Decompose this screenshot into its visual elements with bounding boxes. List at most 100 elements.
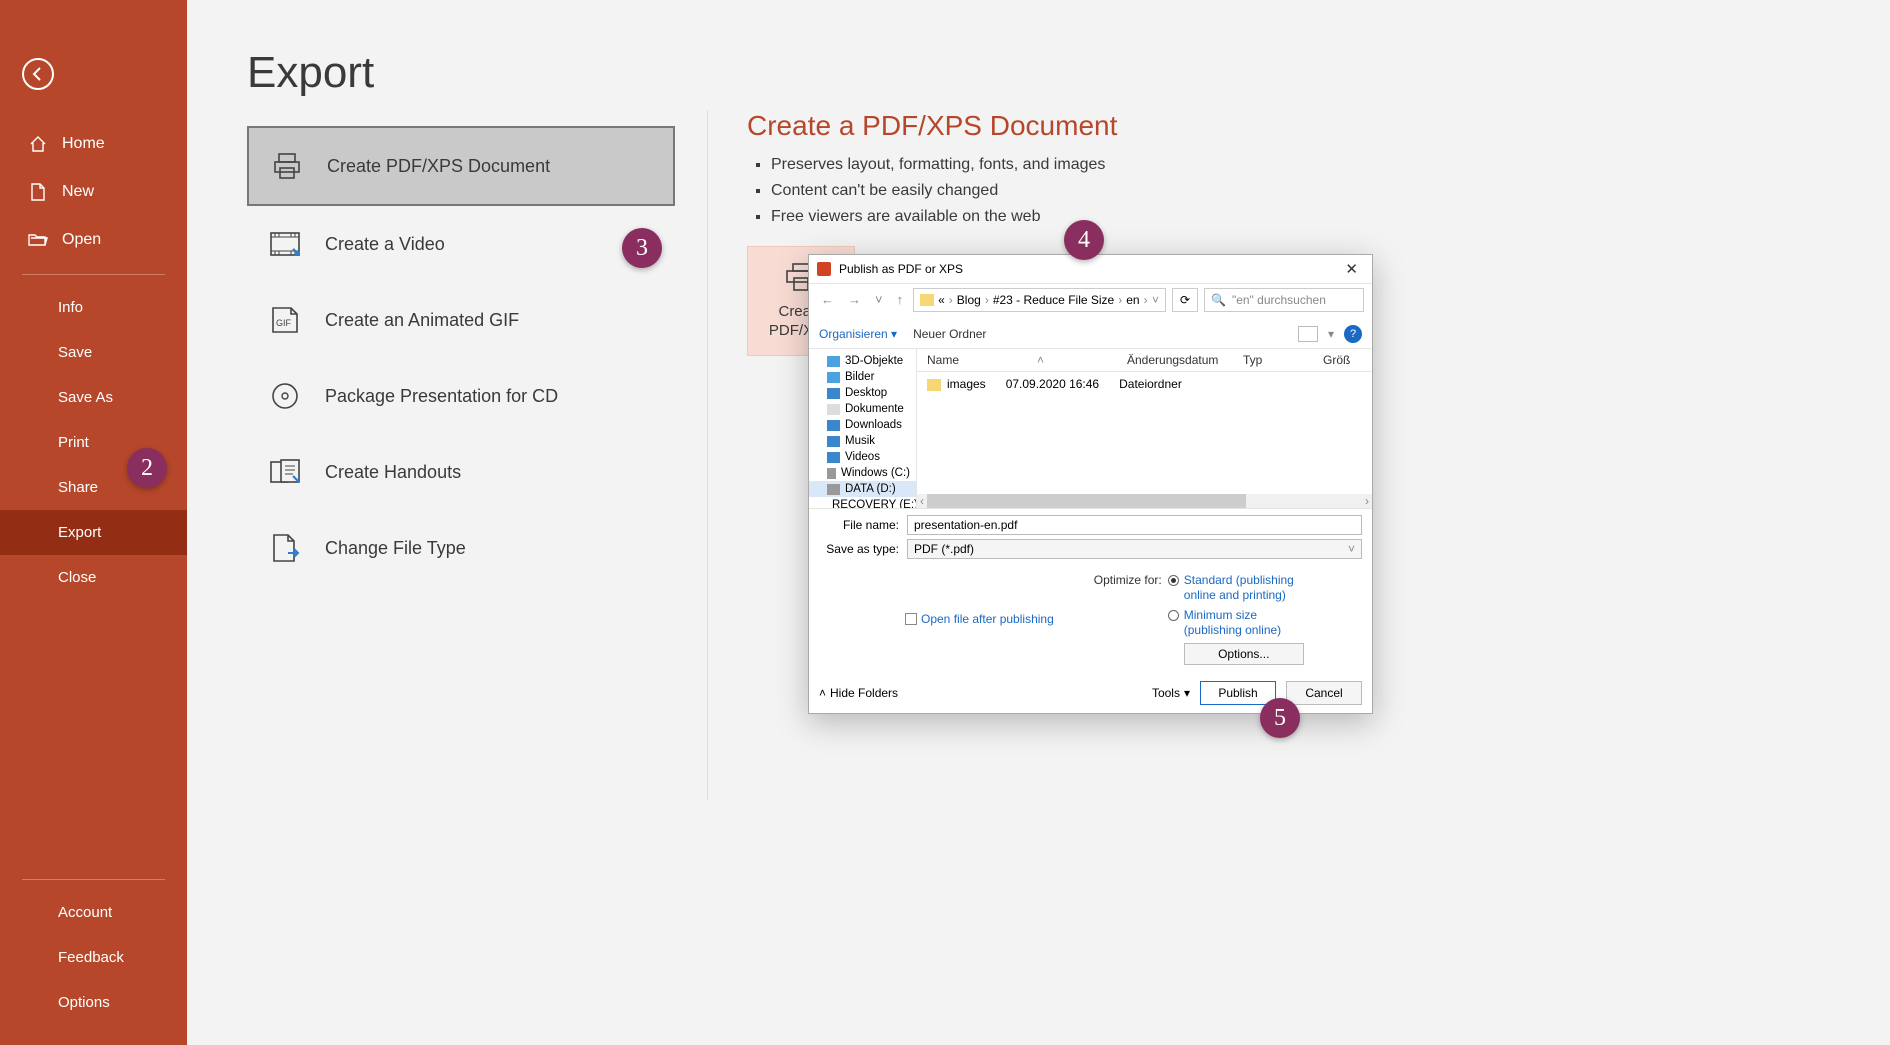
export-option-pdfxps[interactable]: Create PDF/XPS Document — [247, 126, 675, 206]
tools-menu[interactable]: Tools ▾ — [1152, 686, 1190, 700]
step-badge-2: 2 — [127, 448, 167, 488]
gif-icon: GIF — [269, 304, 301, 336]
savetype-select[interactable]: PDF (*.pdf) ˅ — [907, 539, 1362, 559]
col-type[interactable]: Typ — [1233, 349, 1313, 371]
file-row[interactable]: images 07.09.2020 16:46 Dateiordner — [917, 372, 1372, 396]
crumb-part[interactable]: #23 - Reduce File Size — [993, 293, 1114, 307]
sidebar-item-new[interactable]: New — [0, 168, 187, 216]
open-after-label: Open file after publishing — [921, 612, 1054, 626]
sidebar-label: Save As — [58, 389, 113, 406]
folder-open-icon — [28, 230, 48, 250]
chevron-down-icon[interactable]: ˅ — [1152, 293, 1159, 307]
step-badge-5: 5 — [1260, 698, 1300, 738]
export-option-handouts[interactable]: Create Handouts — [247, 434, 675, 510]
export-option-label: Create an Animated GIF — [325, 310, 519, 331]
sort-indicator-icon: ˄ — [1037, 353, 1044, 367]
export-option-label: Create a Video — [325, 234, 445, 255]
column-headers[interactable]: Name ˄ Änderungsdatum Typ Größ — [917, 349, 1372, 372]
sidebar-item-save[interactable]: Save — [0, 330, 187, 375]
refresh-button[interactable]: ⟳ — [1172, 288, 1198, 312]
tree-node: Bilder — [809, 369, 916, 385]
detail-heading: Create a PDF/XPS Document — [747, 110, 1117, 142]
sidebar-label: Share — [58, 479, 98, 496]
scrollbar-thumb[interactable] — [927, 494, 1246, 508]
sidebar-item-close[interactable]: Close — [0, 555, 187, 600]
scroll-left-icon[interactable]: ‹ — [917, 494, 927, 508]
home-icon — [28, 134, 48, 154]
change-file-icon — [269, 532, 301, 564]
sidebar-item-feedback[interactable]: Feedback — [0, 935, 187, 980]
crumb-part: « — [938, 293, 945, 307]
export-option-label: Package Presentation for CD — [325, 386, 558, 407]
handouts-icon — [269, 456, 301, 488]
col-name[interactable]: Name — [917, 349, 1117, 371]
chevron-down-icon[interactable]: ▾ — [1328, 327, 1334, 341]
sidebar-item-saveas[interactable]: Save As — [0, 375, 187, 420]
nav-up-icon[interactable]: ↑ — [893, 292, 908, 307]
step-badge-3: 3 — [622, 228, 662, 268]
dialog-toolbar: Organisieren ▾ Neuer Ordner ▾ ? — [809, 319, 1372, 349]
horizontal-scrollbar[interactable]: ‹ › — [917, 494, 1372, 508]
sidebar-item-info[interactable]: Info — [0, 285, 187, 330]
close-icon[interactable]: ✕ — [1339, 260, 1364, 278]
export-option-label: Change File Type — [325, 538, 466, 559]
help-icon[interactable]: ? — [1344, 325, 1362, 343]
sidebar-item-open[interactable]: Open — [0, 216, 187, 264]
new-folder-button[interactable]: Neuer Ordner — [913, 327, 986, 341]
sidebar-label: Save — [58, 344, 92, 361]
search-box[interactable]: 🔍 "en" durchsuchen — [1204, 288, 1364, 312]
organize-menu[interactable]: Organisieren ▾ — [819, 327, 897, 341]
sidebar-label: Export — [58, 524, 101, 541]
back-button[interactable] — [22, 58, 54, 90]
export-option-label: Create Handouts — [325, 462, 461, 483]
file-date: 07.09.2020 16:46 — [996, 375, 1109, 393]
dialog-form: File name: Save as type: PDF (*.pdf) ˅ — [809, 508, 1372, 569]
nav-back-icon[interactable]: ← — [817, 292, 838, 307]
dialog-title-bar: Publish as PDF or XPS ✕ — [809, 255, 1372, 283]
sidebar-item-home[interactable]: Home — [0, 120, 187, 168]
view-mode-button[interactable] — [1298, 326, 1318, 342]
cancel-button[interactable]: Cancel — [1286, 681, 1362, 705]
open-after-checkbox[interactable]: Open file after publishing — [905, 573, 1054, 665]
scroll-right-icon[interactable]: › — [1362, 494, 1372, 508]
refresh-icon: ⟳ — [1180, 293, 1190, 307]
export-option-video[interactable]: Create a Video — [247, 206, 675, 282]
folder-tree[interactable]: 3D-Objekte Bilder Desktop Dokumente Down… — [809, 349, 917, 508]
vertical-divider — [707, 110, 708, 800]
sidebar-item-export[interactable]: Export — [0, 510, 187, 555]
folder-icon — [927, 379, 941, 391]
export-detail-panel: Create a PDF/XPS Document Preserves layo… — [747, 110, 1117, 234]
address-bar[interactable]: «› Blog› #23 - Reduce File Size› en› ˅ — [913, 288, 1166, 312]
export-option-package-cd[interactable]: Package Presentation for CD — [247, 358, 675, 434]
crumb-part[interactable]: en — [1126, 293, 1139, 307]
sidebar-item-account[interactable]: Account — [0, 890, 187, 935]
col-date[interactable]: Änderungsdatum — [1117, 349, 1233, 371]
export-option-change-type[interactable]: Change File Type — [247, 510, 675, 586]
sidebar-item-options[interactable]: Options — [0, 980, 187, 1025]
new-doc-icon — [28, 182, 48, 202]
tree-node: Downloads — [809, 417, 916, 433]
export-option-gif[interactable]: GIF Create an Animated GIF — [247, 282, 675, 358]
optimize-minimum-radio[interactable]: Minimum size (publishing online) — [1168, 608, 1304, 639]
col-size[interactable]: Größ — [1313, 349, 1353, 371]
chevron-down-icon: ▾ — [1184, 686, 1190, 700]
nav-dropdown-icon[interactable]: ˅ — [871, 292, 887, 307]
optimize-standard-radio[interactable]: Standard (publishing online and printing… — [1168, 573, 1304, 604]
hide-folders-toggle[interactable]: ˄Hide Folders — [819, 686, 898, 700]
publish-button[interactable]: Publish — [1200, 681, 1276, 705]
chevron-up-icon: ˄ — [819, 686, 826, 700]
tree-node-selected: DATA (D:) — [809, 481, 916, 497]
detail-point: Preserves layout, formatting, fonts, and… — [771, 156, 1117, 174]
tree-node: Windows (C:) — [809, 465, 916, 481]
printer-icon — [271, 150, 303, 182]
separator — [22, 274, 165, 275]
sidebar-label: Info — [58, 299, 83, 316]
options-button[interactable]: Options... — [1184, 643, 1304, 665]
sidebar-label: Home — [62, 135, 105, 153]
tree-node: Videos — [809, 449, 916, 465]
filename-input[interactable] — [907, 515, 1362, 535]
nav-forward-icon[interactable]: → — [844, 292, 865, 307]
chevron-down-icon: ˅ — [1348, 542, 1355, 556]
crumb-part[interactable]: Blog — [957, 293, 981, 307]
dialog-title: Publish as PDF or XPS — [839, 262, 1339, 276]
